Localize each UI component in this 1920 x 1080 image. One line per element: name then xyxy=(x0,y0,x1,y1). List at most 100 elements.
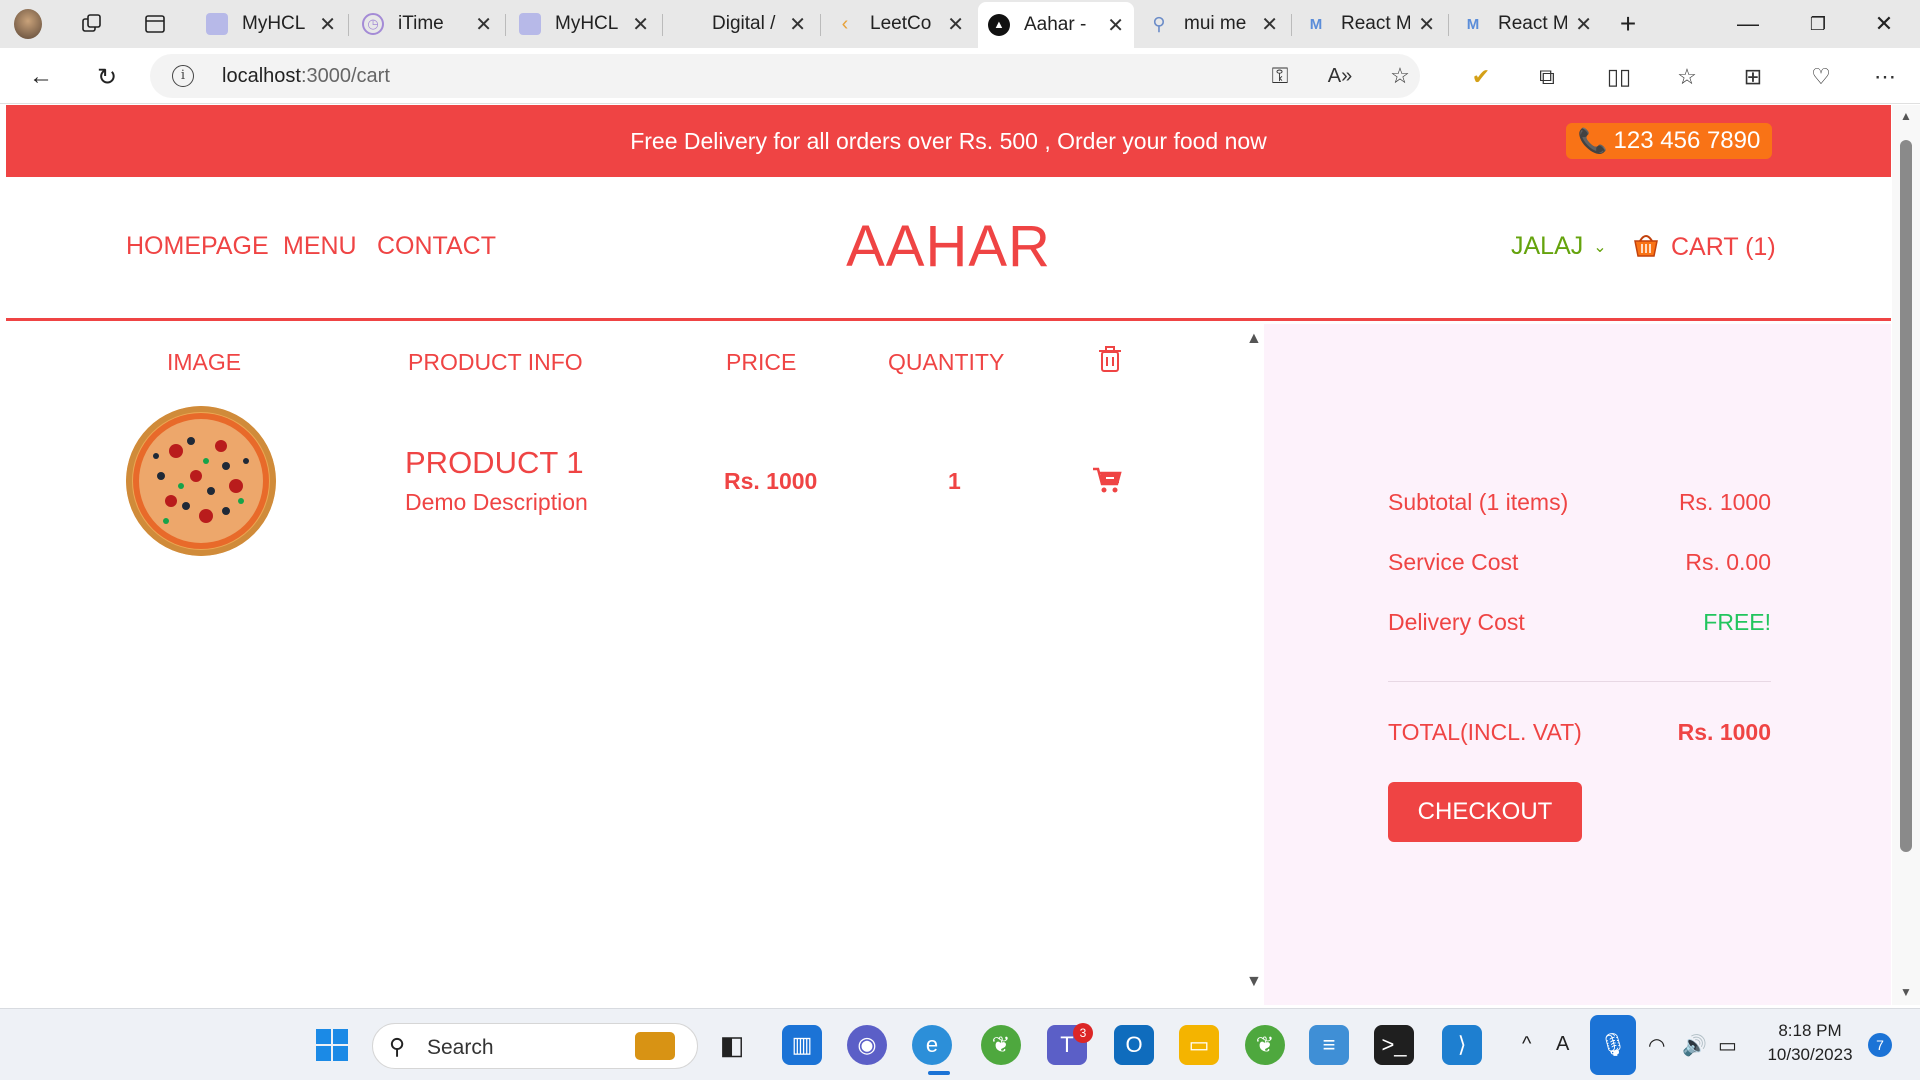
close-icon[interactable]: ✕ xyxy=(789,12,806,37)
volume-icon[interactable]: 🔊 xyxy=(1682,1033,1707,1058)
close-icon[interactable]: ✕ xyxy=(1575,12,1592,37)
notification-badge[interactable]: 7 xyxy=(1868,1033,1892,1057)
blank-icon xyxy=(676,13,698,35)
cart-label: CART (1) xyxy=(1671,233,1776,261)
task-view-icon[interactable]: ◧ xyxy=(712,1025,752,1065)
close-icon[interactable]: ✕ xyxy=(947,12,964,37)
spring-tool-icon-2[interactable]: ❦ xyxy=(1245,1025,1285,1065)
browser-tab[interactable]: M React M ✕ xyxy=(1295,6,1445,42)
tab-separator xyxy=(820,14,821,36)
checkout-button[interactable]: CHECKOUT xyxy=(1388,782,1582,842)
inner-scroll-up-icon[interactable]: ▲ xyxy=(1246,330,1262,348)
url-text[interactable]: localhost:3000/cart xyxy=(222,65,390,88)
vscode-icon[interactable]: ⟩ xyxy=(1442,1025,1482,1065)
chevron-up-icon[interactable]: ^ xyxy=(1522,1033,1531,1056)
site-info-icon[interactable]: i xyxy=(172,65,194,87)
microphone-icon[interactable]: 🎙 xyxy=(1590,1015,1636,1075)
tab-separator xyxy=(505,14,506,36)
product-description: Demo Description xyxy=(405,489,588,515)
myhcl-icon xyxy=(206,13,228,35)
window-close-icon[interactable]: ✕ xyxy=(1866,8,1902,40)
browser-tab[interactable]: Digital / ✕ xyxy=(666,6,816,42)
trash-icon[interactable] xyxy=(1098,345,1122,379)
terminal-icon[interactable]: >_ xyxy=(1374,1025,1414,1065)
browser-tab-active[interactable]: ▲ Aahar - ✕ xyxy=(978,2,1134,48)
search-icon: ⚲ xyxy=(389,1034,406,1059)
phone-button[interactable]: 📞 123 456 7890 xyxy=(1566,123,1772,159)
delivery-cost-value: FREE! xyxy=(1703,609,1771,635)
active-indicator xyxy=(928,1071,950,1075)
close-icon[interactable]: ✕ xyxy=(1261,12,1278,37)
minimize-icon[interactable]: — xyxy=(1730,8,1766,40)
outlook-icon[interactable]: O xyxy=(1114,1025,1154,1065)
site-logo[interactable]: AAHAR xyxy=(6,213,1891,280)
windows-taskbar: ⚲ Search ◧ ▥ ◉ e ❦ T 3 O ▭ ❦ ≡ >_ ⟩ ^ A … xyxy=(0,1008,1920,1080)
battery-icon[interactable]: ▭ xyxy=(1718,1033,1737,1058)
scrollbar-thumb[interactable] xyxy=(1900,140,1912,852)
wifi-icon[interactable]: ◠ xyxy=(1648,1033,1665,1058)
phone-number: 123 456 7890 xyxy=(1613,127,1761,154)
clock-icon: ◷ xyxy=(362,13,384,35)
widgets-icon[interactable]: ▥ xyxy=(782,1025,822,1065)
scroll-up-icon[interactable]: ▲ xyxy=(1900,109,1912,123)
close-icon[interactable]: ✕ xyxy=(1418,12,1435,37)
total-value: Rs. 1000 xyxy=(1677,719,1771,745)
scroll-down-icon[interactable]: ▼ xyxy=(1900,985,1912,999)
aahar-icon: ▲ xyxy=(988,14,1010,36)
back-icon[interactable]: ← xyxy=(24,60,58,94)
tab-separator xyxy=(662,14,663,36)
subtotal-value: Rs. 1000 xyxy=(1678,489,1771,515)
system-clock[interactable]: 8:18 PM 10/30/2023 xyxy=(1760,1019,1860,1067)
service-cost-label: Service Cost xyxy=(1388,549,1519,575)
page-scrollbar[interactable]: ▲ ▼ xyxy=(1892,105,1920,1005)
spring-tool-icon[interactable]: ❦ xyxy=(981,1025,1021,1065)
close-icon[interactable]: ✕ xyxy=(319,12,336,37)
inner-scroll-down-icon[interactable]: ▼ xyxy=(1246,973,1262,991)
close-icon[interactable]: ✕ xyxy=(1107,13,1124,38)
extensions-icon[interactable]: ⧉ xyxy=(1532,62,1562,92)
notepad-icon[interactable]: ≡ xyxy=(1309,1025,1349,1065)
user-name: JALAJ xyxy=(1511,232,1584,260)
cart-link[interactable]: CART (1) xyxy=(1631,229,1776,266)
summary-divider xyxy=(1388,681,1771,682)
total-label: TOTAL(INCL. VAT) xyxy=(1388,719,1582,745)
tab-actions-icon[interactable] xyxy=(141,10,169,38)
user-menu[interactable]: JALAJ ⌄ xyxy=(1511,232,1607,261)
teams-chat-icon[interactable]: ◉ xyxy=(847,1025,887,1065)
browser-essentials-icon[interactable]: ♡ xyxy=(1806,62,1836,92)
favorite-star-icon[interactable]: ☆ xyxy=(1385,61,1415,91)
close-icon[interactable]: ✕ xyxy=(475,12,492,37)
file-explorer-icon[interactable]: ▭ xyxy=(1179,1025,1219,1065)
refresh-icon[interactable]: ↻ xyxy=(90,60,124,94)
more-menu-icon[interactable]: ⋯ xyxy=(1870,62,1900,92)
remove-cart-icon[interactable] xyxy=(1092,466,1122,499)
browser-tab[interactable]: ⚲ mui me ✕ xyxy=(1138,6,1288,42)
product-name: PRODUCT 1 xyxy=(405,445,584,480)
tab-separator xyxy=(1291,14,1292,36)
browser-tab[interactable]: ‹ LeetCo ✕ xyxy=(824,6,974,42)
subtotal-label: Subtotal (1 items) xyxy=(1388,489,1569,515)
workspaces-icon[interactable] xyxy=(78,10,106,38)
split-screen-icon[interactable]: ▯▯ xyxy=(1604,62,1634,92)
url-bar[interactable]: i localhost:3000/cart ⚿ A» ☆ xyxy=(150,54,1420,98)
taskbar-search[interactable]: ⚲ Search xyxy=(372,1023,698,1069)
favorites-icon[interactable]: ☆ xyxy=(1672,62,1702,92)
new-tab-icon[interactable]: + xyxy=(1614,8,1642,39)
browser-tab[interactable]: ◷ iTime ✕ xyxy=(352,6,502,42)
browser-tab[interactable]: MyHCL ✕ xyxy=(509,6,659,42)
read-aloud-icon[interactable]: A» xyxy=(1325,61,1355,91)
mui-icon: M xyxy=(1466,15,1480,33)
edge-icon[interactable]: e xyxy=(912,1025,952,1065)
profile-avatar[interactable] xyxy=(14,9,42,39)
norton-check-icon[interactable]: ✔ xyxy=(1466,62,1496,92)
restore-icon[interactable]: ❐ xyxy=(1800,8,1836,40)
close-icon[interactable]: ✕ xyxy=(632,12,649,37)
windows-start-icon[interactable] xyxy=(312,1025,352,1065)
language-icon[interactable]: A xyxy=(1556,1033,1569,1056)
browser-tab[interactable]: MyHCL ✕ xyxy=(196,6,346,42)
browser-tab[interactable]: M React M ✕ xyxy=(1452,6,1602,42)
collections-icon[interactable]: ⊞ xyxy=(1738,62,1768,92)
key-icon[interactable]: ⚿ xyxy=(1265,61,1295,91)
tab-separator xyxy=(348,14,349,36)
basket-icon xyxy=(1631,229,1661,266)
